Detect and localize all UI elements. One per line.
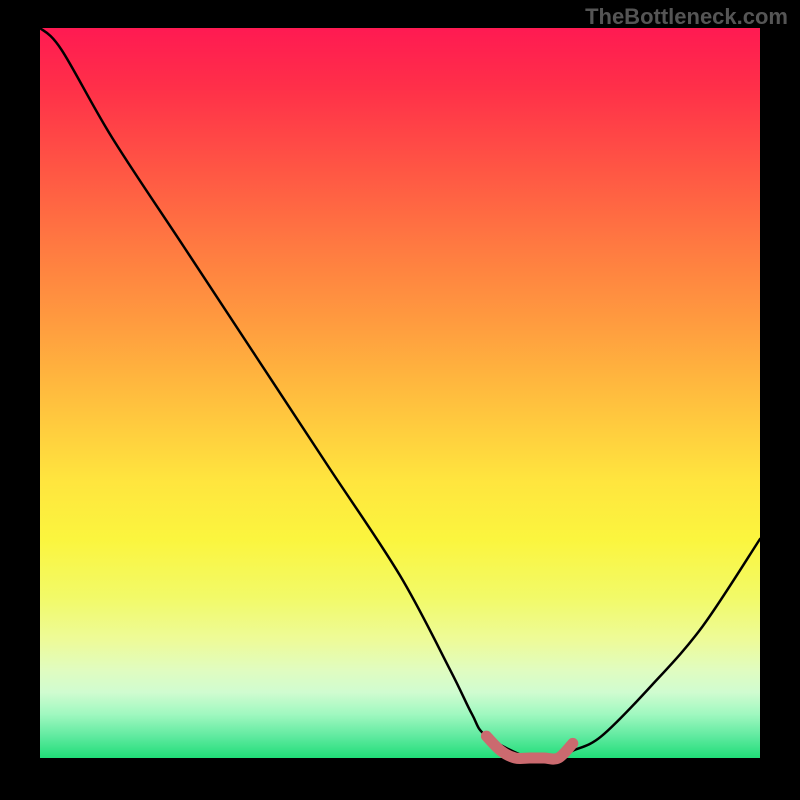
chart-svg [40, 28, 760, 758]
watermark-text: TheBottleneck.com [585, 4, 788, 30]
plot-area [40, 28, 760, 758]
recommended-range-marker [486, 736, 572, 759]
bottleneck-curve [40, 28, 760, 760]
chart-container: TheBottleneck.com [0, 0, 800, 800]
